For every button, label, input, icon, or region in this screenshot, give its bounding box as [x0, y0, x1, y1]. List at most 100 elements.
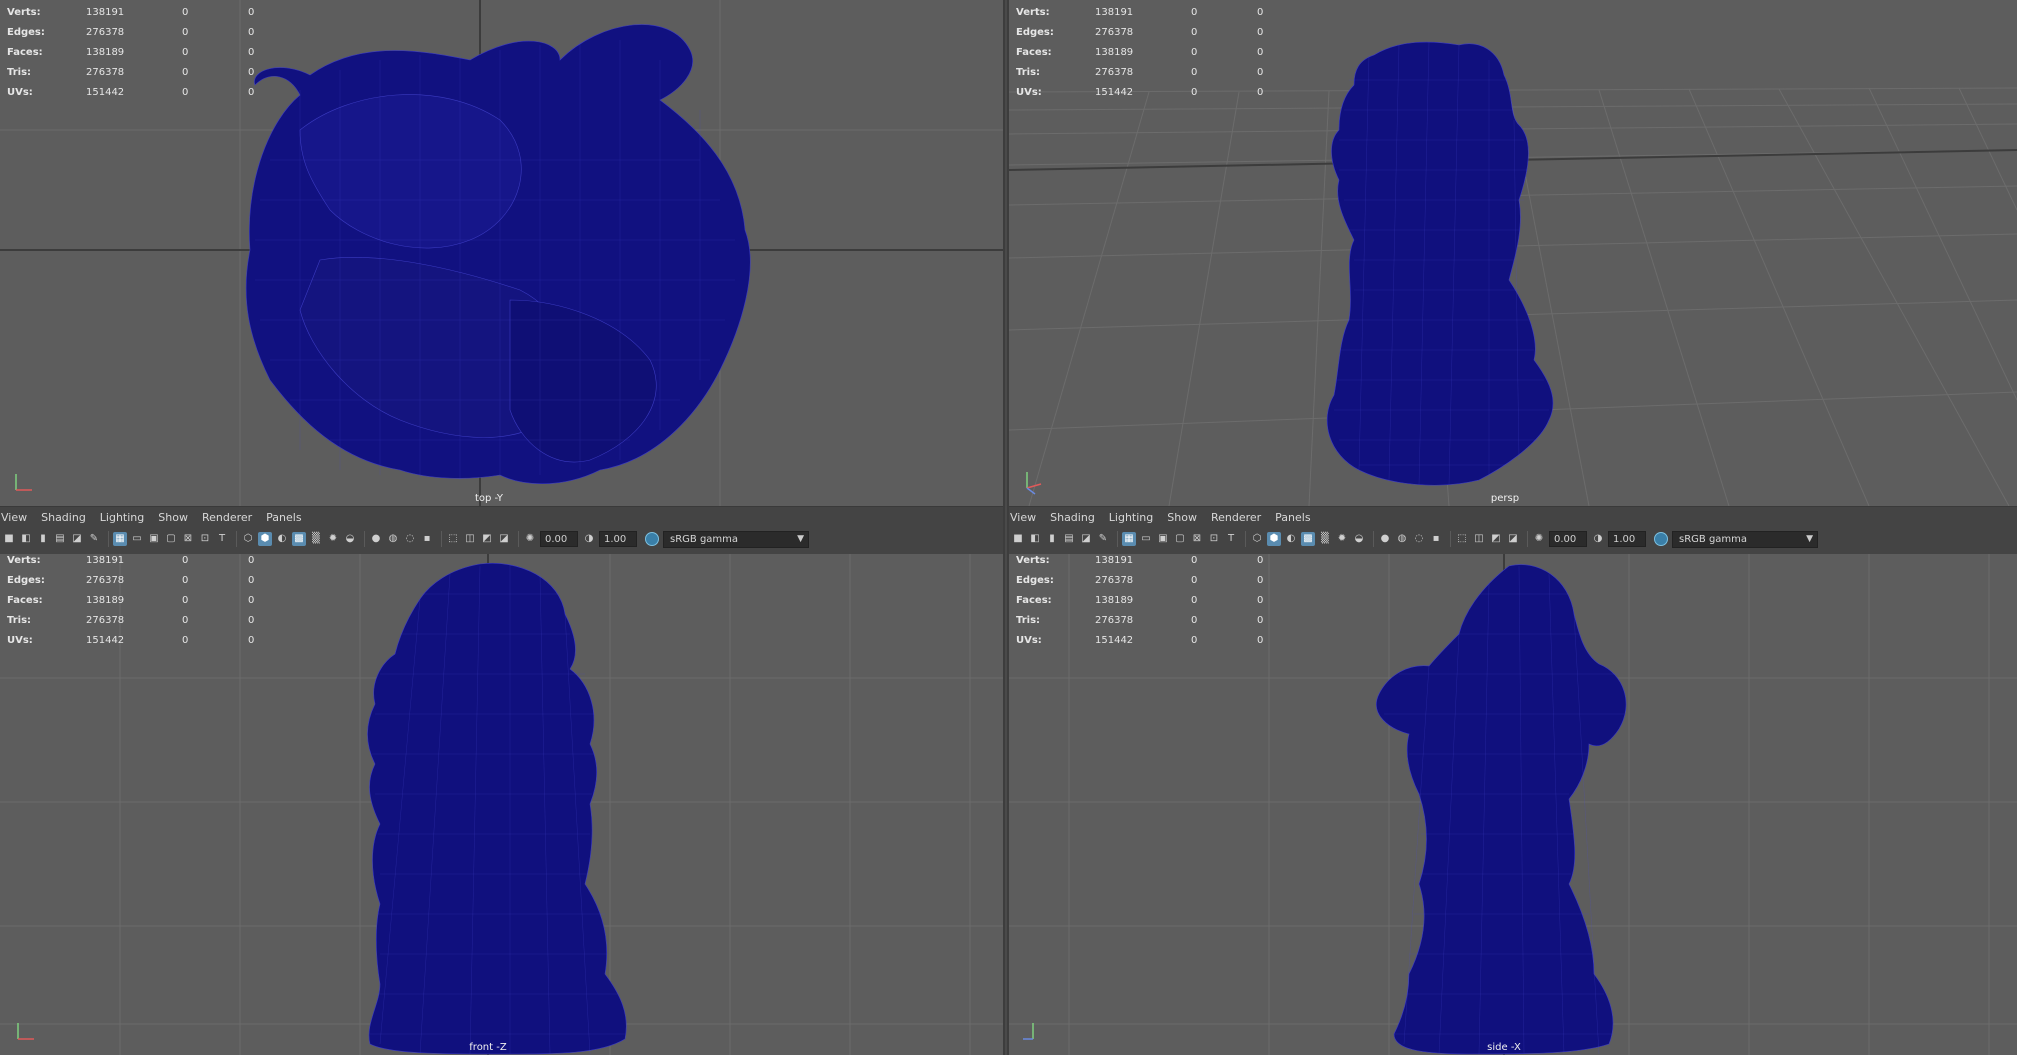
- gamma-icon[interactable]: ◑: [1591, 532, 1605, 546]
- depth-of-field-icon[interactable]: ▪: [1429, 532, 1443, 546]
- hud-col3: 0: [1257, 46, 1264, 58]
- safe-action-icon[interactable]: ⊡: [198, 532, 212, 546]
- camera-attributes-icon[interactable]: ◧: [19, 532, 33, 546]
- xray-icon[interactable]: ◫: [463, 532, 477, 546]
- menu-renderer[interactable]: Renderer: [202, 511, 252, 524]
- image-plane-icon[interactable]: ▤: [1062, 532, 1076, 546]
- exposure-icon[interactable]: ✺: [523, 532, 537, 546]
- bookmark-icon[interactable]: ▮: [36, 532, 50, 546]
- viewport-label-top: top -Y: [474, 493, 504, 504]
- image-plane-icon[interactable]: ▤: [53, 532, 67, 546]
- exposure-field[interactable]: 0.00: [540, 531, 578, 547]
- hud-col2: 0: [1191, 46, 1198, 58]
- xray-joints-icon[interactable]: ◩: [1489, 532, 1503, 546]
- gamma-icon[interactable]: ◑: [582, 532, 596, 546]
- wireframe-on-shaded-icon[interactable]: ▩: [292, 532, 306, 546]
- colorspace-dropdown[interactable]: sRGB gamma ▼: [1672, 530, 1818, 548]
- film-gate-icon[interactable]: ▭: [1139, 532, 1153, 546]
- gamma-field[interactable]: 1.00: [599, 531, 637, 547]
- exposure-field[interactable]: 0.00: [1549, 531, 1587, 547]
- motion-blur-icon[interactable]: ◍: [386, 532, 400, 546]
- shadows-icon[interactable]: ◒: [343, 532, 357, 546]
- viewport-label-persp: persp: [1490, 493, 1520, 504]
- 2d-pan-zoom-icon[interactable]: ◪: [70, 532, 84, 546]
- menu-shading[interactable]: Shading: [1050, 511, 1095, 524]
- xray-icon[interactable]: ◫: [1472, 532, 1486, 546]
- exposure-icon[interactable]: ✺: [1532, 532, 1546, 546]
- grease-pencil-icon[interactable]: ✎: [1096, 532, 1110, 546]
- camera-icon[interactable]: ■: [1011, 532, 1025, 546]
- isolate-select-icon[interactable]: ⬚: [446, 532, 460, 546]
- hud-stats-persp: Verts: 138191 0 0 Edges: 276378 0 0 Faces: 1381…: [1016, 2, 1263, 102]
- menu-show[interactable]: Show: [158, 511, 188, 524]
- ambient-occlusion-icon[interactable]: ●: [369, 532, 383, 546]
- shadows-icon[interactable]: ◒: [1352, 532, 1366, 546]
- 2d-pan-zoom-icon[interactable]: ◪: [1079, 532, 1093, 546]
- wireframe-icon[interactable]: ⬡: [241, 532, 255, 546]
- gate-mask-icon[interactable]: ▢: [164, 532, 178, 546]
- gate-mask-icon[interactable]: ▢: [1173, 532, 1187, 546]
- safe-title-icon[interactable]: T: [1224, 532, 1238, 546]
- color-management-icon[interactable]: [645, 532, 659, 546]
- field-chart-icon[interactable]: ⊠: [181, 532, 195, 546]
- film-gate-icon[interactable]: ▭: [130, 532, 144, 546]
- grid-icon[interactable]: ▦: [113, 532, 127, 546]
- xray-joints-icon[interactable]: ◩: [480, 532, 494, 546]
- menu-renderer[interactable]: Renderer: [1211, 511, 1261, 524]
- safe-title-icon[interactable]: T: [215, 532, 229, 546]
- hud-col2: 0: [1191, 614, 1198, 626]
- lights-icon[interactable]: ✹: [1335, 532, 1349, 546]
- isolate-select-icon[interactable]: ⬚: [1455, 532, 1469, 546]
- lights-icon[interactable]: ✹: [326, 532, 340, 546]
- default-material-icon[interactable]: ◐: [1284, 532, 1298, 546]
- resolution-gate-icon[interactable]: ▣: [147, 532, 161, 546]
- antialias-icon[interactable]: ◌: [403, 532, 417, 546]
- menu-shading[interactable]: Shading: [41, 511, 86, 524]
- hud-value-tris: 276378: [1095, 614, 1134, 626]
- camera-icon[interactable]: ■: [2, 532, 16, 546]
- antialias-icon[interactable]: ◌: [1412, 532, 1426, 546]
- hud-value-edges: 276378: [86, 574, 125, 586]
- colorspace-dropdown[interactable]: sRGB gamma ▼: [663, 530, 809, 548]
- viewport-top[interactable]: Verts: 138191 0 0 Edges: 276378 0 0 Faces: 1381…: [0, 0, 1003, 506]
- resolution-gate-icon[interactable]: ▣: [1156, 532, 1170, 546]
- wireframe-icon[interactable]: ⬡: [1250, 532, 1264, 546]
- hud-label-uvs: UVs:: [1016, 86, 1042, 98]
- menu-panels[interactable]: Panels: [1275, 511, 1310, 524]
- xray-components-icon[interactable]: ◪: [497, 532, 511, 546]
- grease-pencil-icon[interactable]: ✎: [87, 532, 101, 546]
- viewport-label-front: front -Z: [469, 1042, 507, 1053]
- hud-label-tris: Tris:: [7, 614, 32, 626]
- camera-attributes-icon[interactable]: ◧: [1028, 532, 1042, 546]
- field-chart-icon[interactable]: ⊠: [1190, 532, 1204, 546]
- hud-label-faces: Faces:: [1016, 46, 1052, 58]
- safe-action-icon[interactable]: ⊡: [1207, 532, 1221, 546]
- menu-lighting[interactable]: Lighting: [100, 511, 144, 524]
- textured-icon[interactable]: ▒: [1318, 532, 1332, 546]
- xray-components-icon[interactable]: ◪: [1506, 532, 1520, 546]
- gamma-field[interactable]: 1.00: [1608, 531, 1646, 547]
- bookmark-icon[interactable]: ▮: [1045, 532, 1059, 546]
- depth-of-field-icon[interactable]: ▪: [420, 532, 434, 546]
- grid-icon[interactable]: ▦: [1122, 532, 1136, 546]
- menu-view[interactable]: View: [1, 511, 27, 524]
- menu-panels[interactable]: Panels: [266, 511, 301, 524]
- hud-value-uvs: 151442: [86, 86, 125, 98]
- color-management-icon[interactable]: [1654, 532, 1668, 546]
- axis-gizmo-icon: [17, 1023, 34, 1040]
- smooth-shade-icon[interactable]: ⬢: [258, 532, 272, 546]
- toolbar-separator: [236, 531, 237, 547]
- menu-view[interactable]: View: [1010, 511, 1036, 524]
- textured-icon[interactable]: ▒: [309, 532, 323, 546]
- default-material-icon[interactable]: ◐: [275, 532, 289, 546]
- viewport-front[interactable]: Verts: 138191 0 0 Edges: 276378 0 0 Faces: 1381…: [0, 554, 1003, 1055]
- viewport-side[interactable]: Verts: 138191 0 0 Edges: 276378 0 0 Faces: 1381…: [1009, 554, 2017, 1055]
- wireframe-on-shaded-icon[interactable]: ▩: [1301, 532, 1315, 546]
- motion-blur-icon[interactable]: ◍: [1395, 532, 1409, 546]
- smooth-shade-icon[interactable]: ⬢: [1267, 532, 1281, 546]
- viewport-persp[interactable]: Verts: 138191 0 0 Edges: 276378 0 0 Faces: 1381…: [1009, 0, 2017, 506]
- toolbar-separator: [108, 531, 109, 547]
- ambient-occlusion-icon[interactable]: ●: [1378, 532, 1392, 546]
- menu-show[interactable]: Show: [1167, 511, 1197, 524]
- menu-lighting[interactable]: Lighting: [1109, 511, 1153, 524]
